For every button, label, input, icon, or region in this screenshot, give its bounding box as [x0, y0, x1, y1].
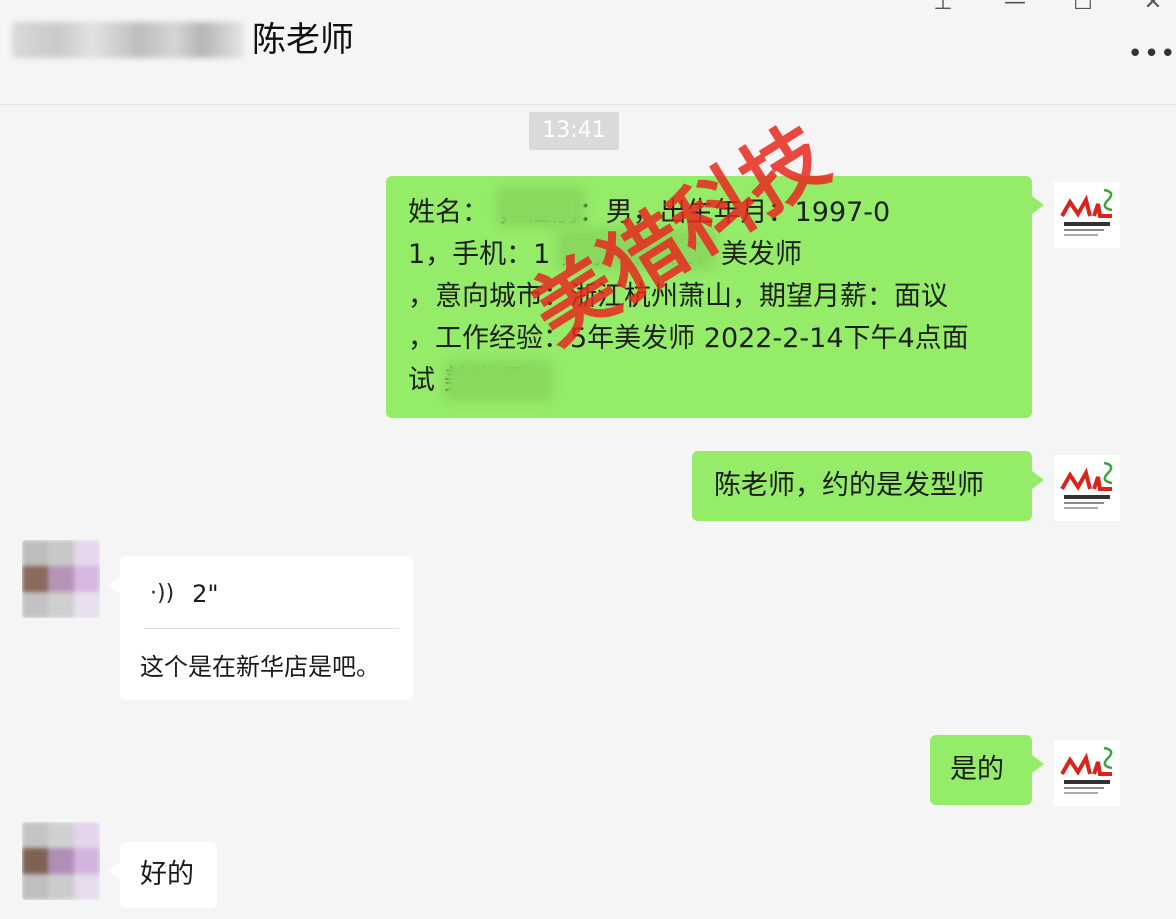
redacted-name	[496, 186, 586, 228]
ml-logo-icon	[1054, 740, 1120, 806]
redacted-store	[444, 360, 554, 402]
message-text: 好的	[140, 859, 194, 890]
ml-logo-icon	[1054, 455, 1120, 521]
self-avatar[interactable]	[1054, 455, 1120, 521]
incoming-message-bubble[interactable]: 好的	[108, 842, 217, 908]
message-line: ，意向城市：浙江杭州萧山，期望月薪：面议	[408, 281, 948, 312]
message-text: 陈老师，约的是发型师	[714, 470, 984, 501]
divider	[144, 628, 399, 629]
voice-duration: 2"	[192, 580, 219, 608]
voice-message[interactable]: ·)) 2"	[150, 574, 218, 614]
contact-avatar[interactable]	[22, 822, 100, 900]
more-options-button[interactable]: •••	[1128, 39, 1176, 69]
chat-header: 陈老师 ⊥ — ☐ ✕ •••	[0, 0, 1176, 105]
redacted-group-name	[12, 22, 244, 58]
pin-icon[interactable]: ⊥	[928, 0, 958, 15]
message-timestamp: 13:41	[529, 112, 619, 150]
outgoing-message-bubble[interactable]: 姓名： ，性别：男，出生年月：1997-0 1，手机：1 ，求职岗位：美发师 ，…	[386, 176, 1044, 418]
ml-logo-icon	[1054, 182, 1120, 248]
outgoing-message-bubble[interactable]: 陈老师，约的是发型师	[692, 451, 1044, 521]
maximize-button[interactable]: ☐	[1068, 0, 1098, 15]
self-avatar[interactable]	[1054, 182, 1120, 248]
voice-transcript: 这个是在新华店是吧。	[140, 653, 380, 681]
message-text: 是的	[950, 754, 1004, 785]
voice-wave-icon: ·))	[150, 581, 175, 606]
contact-avatar[interactable]	[22, 540, 100, 618]
incoming-voice-bubble[interactable]: ·)) 2" 这个是在新华店是吧。	[108, 556, 413, 700]
message-line: ，工作经验：5年美发师 2022-2-14下午4点面	[408, 323, 969, 354]
outgoing-message-bubble[interactable]: 是的	[930, 735, 1044, 805]
redacted-phone	[556, 228, 716, 270]
self-avatar[interactable]	[1054, 740, 1120, 806]
minimize-button[interactable]: —	[1000, 0, 1030, 15]
chat-window: 陈老师 ⊥ — ☐ ✕ ••• 13:41 姓名： ，性别：男，出生年月：199…	[0, 0, 1176, 919]
close-button[interactable]: ✕	[1138, 0, 1168, 15]
contact-title: 陈老师	[252, 20, 354, 60]
